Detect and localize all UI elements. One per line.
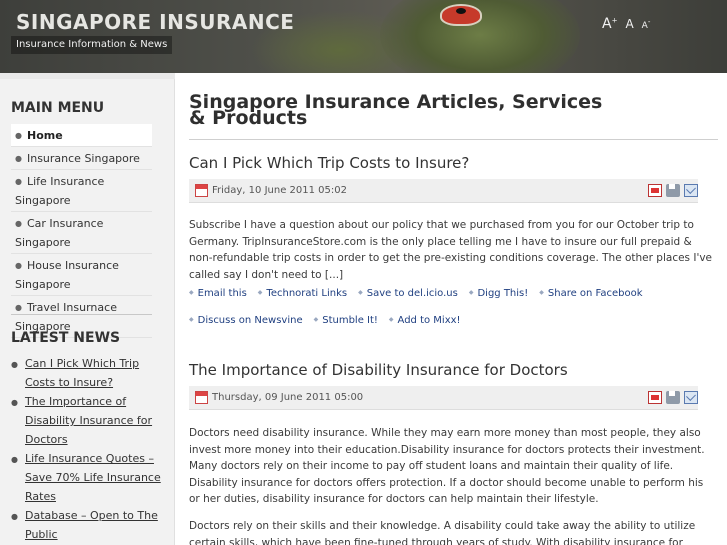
article-title[interactable]: Can I Pick Which Trip Costs to Insure? (189, 154, 469, 172)
share-technorati-link[interactable]: Technorati Links (258, 288, 347, 299)
frog-eye-art (440, 4, 482, 26)
main-content: Singapore Insurance Articles, Services &… (175, 73, 727, 545)
menu-item-label: Life Insurance Singapore (15, 175, 105, 207)
latest-news-heading: LATEST NEWS (11, 330, 121, 346)
menu-item-insurance-singapore[interactable]: ● Insurance Singapore (11, 147, 152, 170)
menu-item-label: Insurance Singapore (26, 152, 140, 165)
reset-font-button[interactable]: A (625, 17, 633, 31)
bullet-icon: ● (11, 455, 18, 464)
bullet-icon: ● (11, 398, 18, 407)
bullet-icon: ● (15, 261, 22, 270)
sidebar-divider (11, 314, 152, 315)
news-item-link[interactable]: The Importance of Disability Insurance f… (25, 392, 161, 449)
main-menu: ● Home ● Insurance Singapore ● Life Insuran… (11, 124, 152, 338)
increase-font-button[interactable]: A+ (602, 16, 617, 32)
article-body-continued: Doctors rely on their skills and their k… (189, 520, 696, 545)
site-tagline: Insurance Information & News (11, 36, 173, 54)
sidebar: MAIN MENU ● Home ● Insurance Singapore ● Li… (0, 73, 175, 545)
share-stumbleupon-link[interactable]: Stumble It! (314, 315, 378, 326)
email-icon[interactable] (684, 184, 698, 197)
share-email-link[interactable]: Email this (189, 288, 247, 299)
menu-item-label: House Insurance Singapore (15, 259, 119, 291)
print-icon[interactable] (666, 391, 680, 404)
news-item-link[interactable]: Can I Pick Which Trip Costs to Insure? (25, 354, 161, 392)
print-icon[interactable] (666, 184, 680, 197)
share-facebook-link[interactable]: Share on Facebook (539, 288, 643, 299)
font-size-tools: A+ A A- (602, 16, 650, 32)
sidebar-top-strip (0, 73, 175, 79)
article-title[interactable]: The Importance of Disability Insurance f… (189, 361, 568, 379)
email-icon[interactable] (684, 391, 698, 404)
bullet-icon: ● (15, 131, 22, 140)
header: SINGAPORE INSURANCE Insurance Informatio… (0, 0, 727, 73)
article-meta-bar: Friday, 10 June 2011 05:02 (189, 179, 698, 203)
main-menu-heading: MAIN MENU (11, 100, 105, 116)
share-mixx-link[interactable]: Add to Mixx! (389, 315, 461, 326)
decrease-font-button[interactable]: A- (642, 18, 651, 31)
bullet-icon: ● (15, 177, 22, 186)
calendar-icon (195, 184, 208, 197)
pdf-icon[interactable] (648, 184, 662, 197)
menu-item-label: Travel Insurnace Singapore (15, 301, 117, 333)
bullet-icon: ● (11, 360, 18, 369)
news-item[interactable]: ● Database – Open to The Public (11, 506, 161, 544)
news-item-link[interactable]: Life Insurance Quotes – Save 70% Life In… (25, 449, 161, 506)
article-date: Friday, 10 June 2011 05:02 (212, 185, 347, 196)
calendar-icon (195, 391, 208, 404)
latest-news-list: ● Can I Pick Which Trip Costs to Insure? … (11, 354, 161, 544)
share-links: Discuss on Newsvine Stumble It! Add to M… (189, 315, 461, 326)
menu-item-label: Home (26, 129, 63, 142)
article-date: Thursday, 09 June 2011 05:00 (212, 392, 364, 403)
pdf-icon[interactable] (648, 391, 662, 404)
share-delicious-link[interactable]: Save to del.icio.us (358, 288, 458, 299)
menu-item-home[interactable]: ● Home (11, 124, 152, 147)
share-links: Email this Technorati Links Save to del.… (189, 288, 643, 299)
menu-item-house-insurance[interactable]: ● House Insurance Singapore (11, 254, 152, 296)
site-title[interactable]: SINGAPORE INSURANCE (16, 10, 294, 34)
title-divider (189, 139, 718, 140)
article-body: Doctors need disability insurance. While… (189, 427, 705, 505)
news-item[interactable]: ● The Importance of Disability Insurance … (11, 392, 161, 449)
article-meta-bar: Thursday, 09 June 2011 05:00 (189, 386, 698, 410)
page-title: Singapore Insurance Articles, Services &… (189, 91, 603, 129)
share-digg-link[interactable]: Digg This! (469, 288, 528, 299)
article-tools (648, 391, 698, 404)
menu-item-car-insurance[interactable]: ● Car Insurance Singapore (11, 212, 152, 254)
bullet-icon: ● (15, 219, 22, 228)
news-item[interactable]: ● Life Insurance Quotes – Save 70% Life I… (11, 449, 161, 506)
bullet-icon: ● (15, 154, 22, 163)
news-item-link[interactable]: Database – Open to The Public (25, 506, 161, 544)
bullet-icon: ● (15, 303, 22, 312)
share-newsvine-link[interactable]: Discuss on Newsvine (189, 315, 303, 326)
menu-item-label: Car Insurance Singapore (15, 217, 104, 249)
menu-item-life-insurance[interactable]: ● Life Insurance Singapore (11, 170, 152, 212)
news-item[interactable]: ● Can I Pick Which Trip Costs to Insure? (11, 354, 161, 392)
bullet-icon: ● (11, 512, 18, 521)
article-tools (648, 184, 698, 197)
article-body: Subscribe I have a question about our po… (189, 219, 713, 281)
